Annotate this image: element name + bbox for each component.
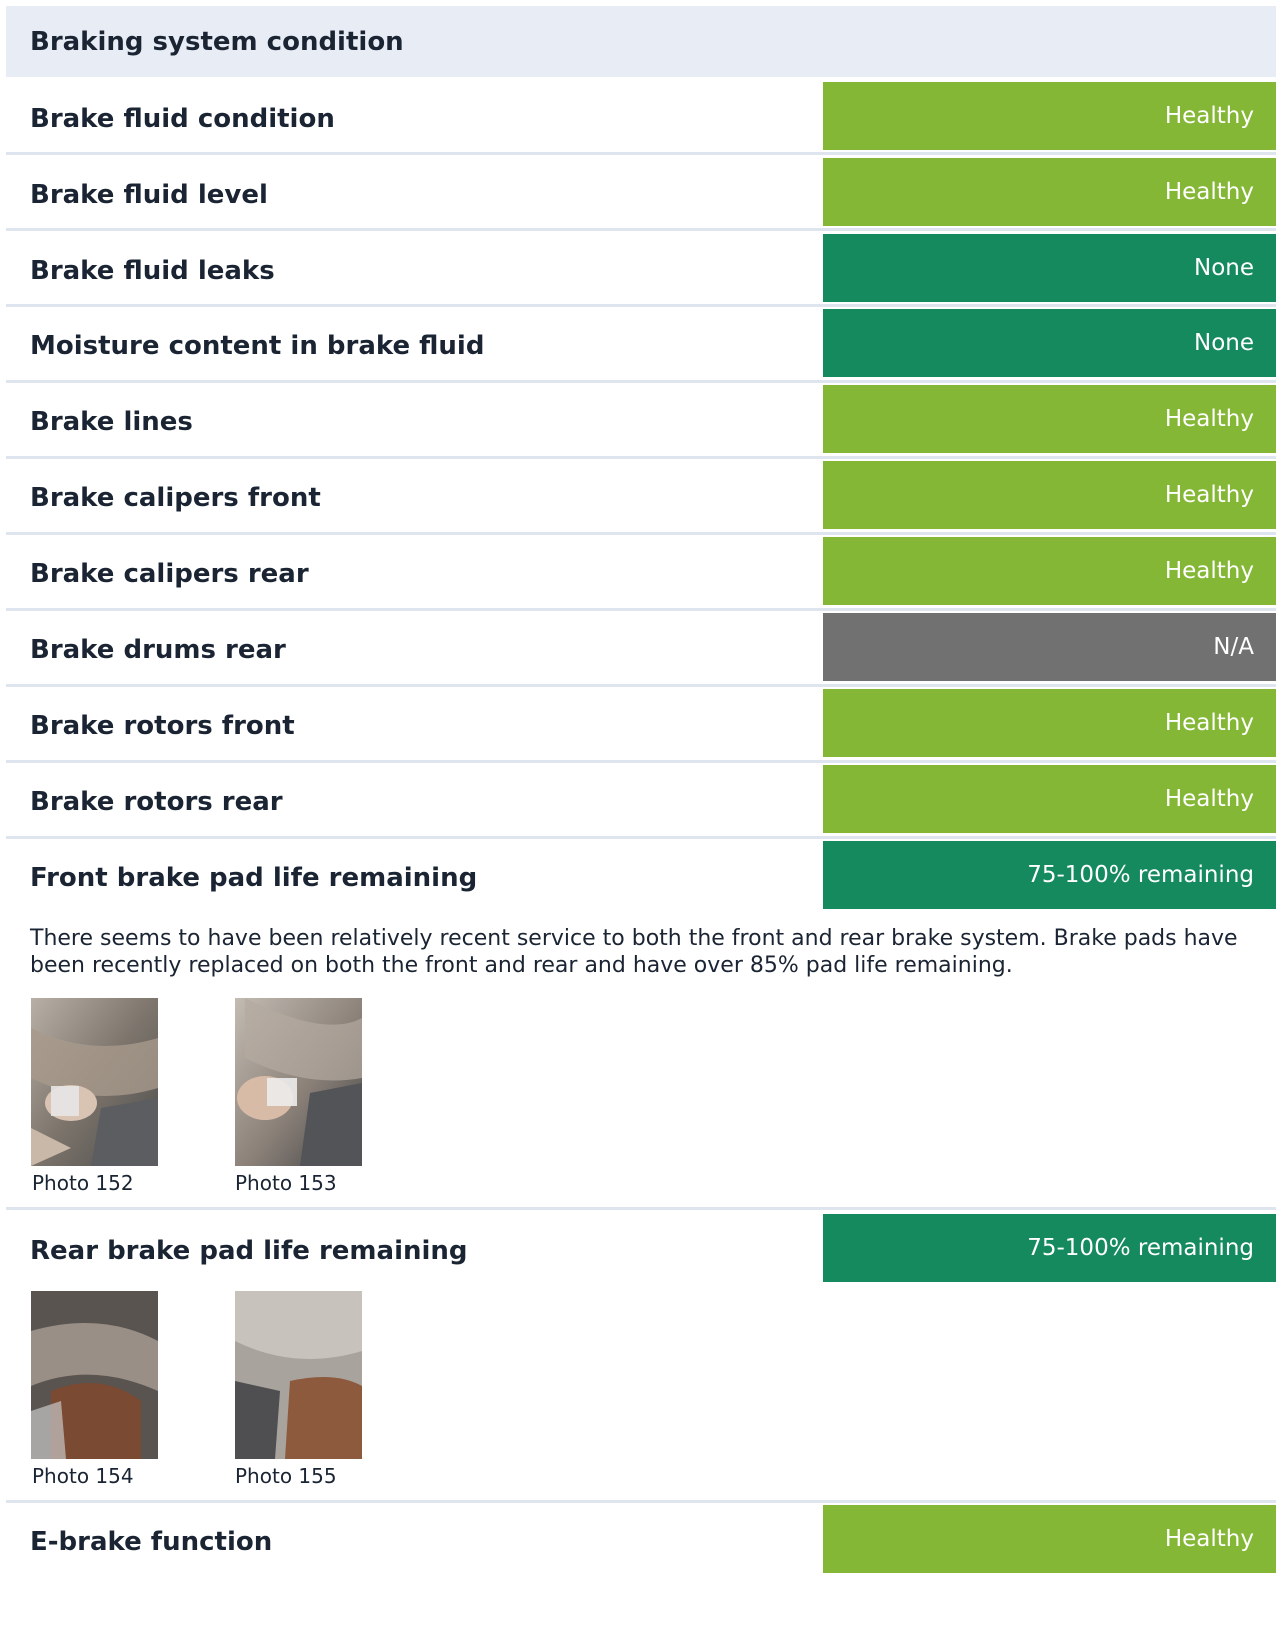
photo-caption: Photo 154 (32, 1464, 134, 1488)
item-label: Front brake pad life remaining (30, 863, 478, 893)
status-badge: Healthy (823, 82, 1276, 150)
status-badge: 75-100% remaining (823, 841, 1276, 909)
status-badge: Healthy (823, 385, 1276, 453)
inspection-row-rear-pads: Rear brake pad life remaining 75-100% re… (6, 1210, 1276, 1503)
item-label: Brake calipers rear (30, 559, 309, 589)
photo-caption: Photo 152 (32, 1171, 134, 1195)
item-label: Brake fluid condition (30, 104, 335, 134)
inspection-row: Brake calipers front Healthy (6, 459, 1276, 535)
inspection-row: Brake fluid leaks None (6, 231, 1276, 307)
photo-thumbnail[interactable] (31, 1291, 158, 1459)
item-label: Brake rotors front (30, 711, 295, 741)
status-badge: N/A (823, 613, 1276, 681)
photo-caption: Photo 155 (235, 1464, 337, 1488)
item-label: Moisture content in brake fluid (30, 331, 485, 361)
inspector-note: There seems to have been relatively rece… (30, 926, 1238, 978)
inspection-row: Brake fluid level Healthy (6, 155, 1276, 231)
inspection-row-front-pads: Front brake pad life remaining 75-100% r… (6, 839, 1276, 1210)
item-label: Brake fluid level (30, 180, 268, 210)
status-badge: Healthy (823, 461, 1276, 529)
inspection-row: Brake rotors front Healthy (6, 687, 1276, 763)
inspection-row: Brake calipers rear Healthy (6, 535, 1276, 611)
item-label: Brake fluid leaks (30, 256, 275, 286)
inspection-row: E-brake function Healthy (6, 1503, 1276, 1629)
inspection-row: Brake drums rear N/A (6, 611, 1276, 687)
photo-caption: Photo 153 (235, 1171, 337, 1195)
item-label: Brake lines (30, 407, 193, 437)
status-badge: None (823, 309, 1276, 377)
photo-thumbnail[interactable] (31, 998, 158, 1166)
status-badge: Healthy (823, 537, 1276, 605)
inspection-row: Brake fluid condition Healthy (6, 77, 1276, 155)
status-badge: None (823, 234, 1276, 302)
status-badge: 75-100% remaining (823, 1214, 1276, 1282)
item-label: Rear brake pad life remaining (30, 1236, 468, 1266)
status-badge: Healthy (823, 689, 1276, 757)
status-badge: Healthy (823, 158, 1276, 226)
section-title: Braking system condition (6, 6, 1276, 77)
photo-thumbnail[interactable] (235, 1291, 362, 1459)
item-label: Brake drums rear (30, 635, 286, 665)
inspection-row: Brake rotors rear Healthy (6, 763, 1276, 839)
inspection-row: Brake lines Healthy (6, 383, 1276, 459)
status-badge: Healthy (823, 1505, 1276, 1573)
photo-thumbnail[interactable] (235, 998, 362, 1166)
status-badge: Healthy (823, 765, 1276, 833)
item-label: Brake rotors rear (30, 787, 283, 817)
item-label: E-brake function (30, 1527, 273, 1557)
inspection-row: Moisture content in brake fluid None (6, 307, 1276, 383)
item-label: Brake calipers front (30, 483, 321, 513)
